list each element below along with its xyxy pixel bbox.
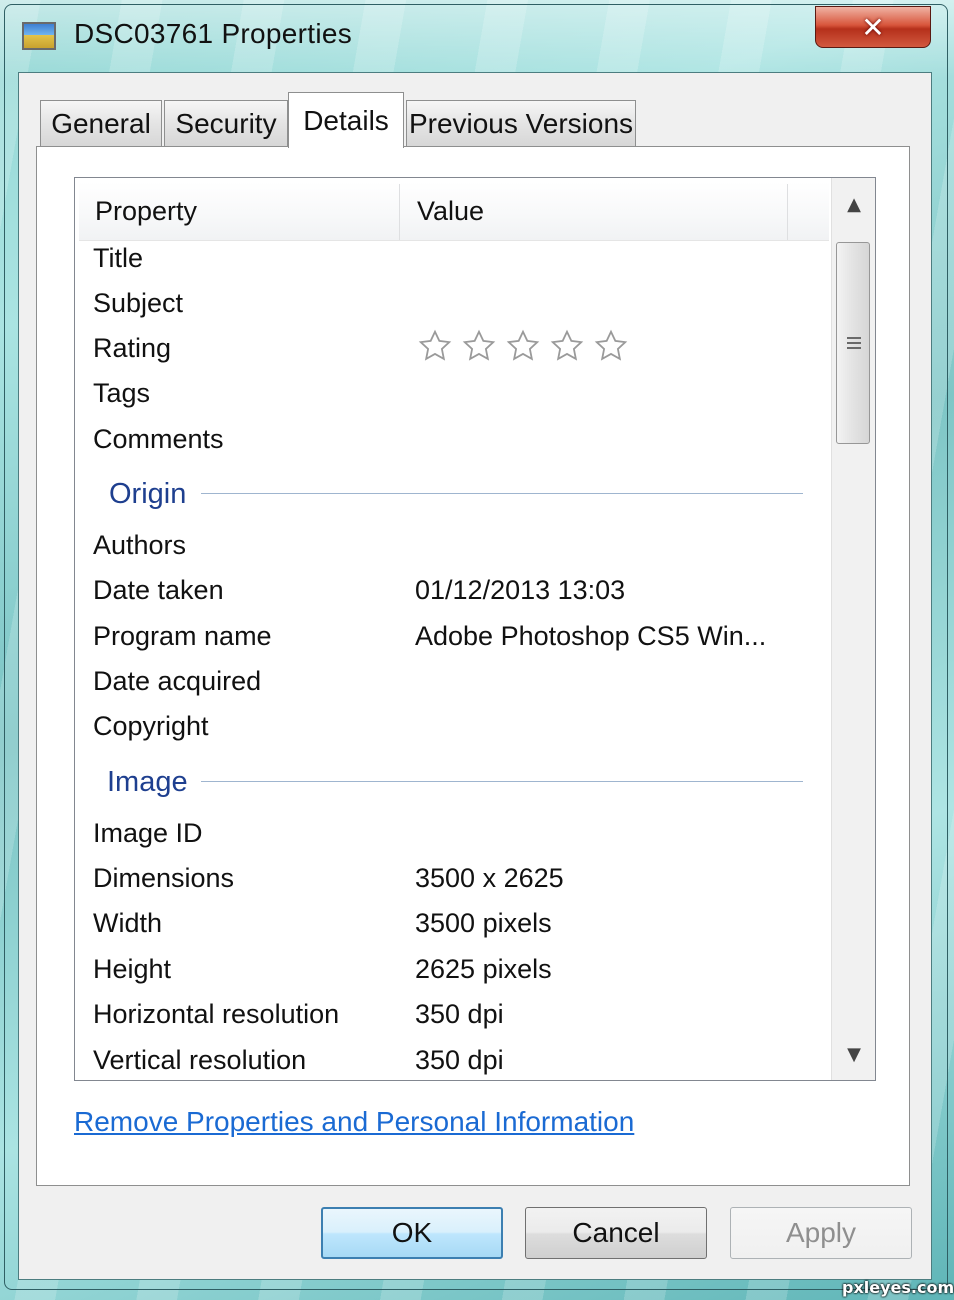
property-subject[interactable]: Subject (93, 283, 183, 323)
rating-stars[interactable] (417, 328, 629, 364)
star-outline-icon[interactable] (461, 328, 497, 364)
value-program-name[interactable]: Adobe Photoshop CS5 Win... (415, 616, 766, 656)
star-outline-icon[interactable] (549, 328, 585, 364)
property-date-acquired[interactable]: Date acquired (93, 661, 261, 701)
property-title[interactable]: Title (93, 238, 143, 278)
property-dimensions[interactable]: Dimensions (93, 858, 234, 898)
group-heading-origin: Origin (109, 478, 187, 510)
value-horizontal-resolution[interactable]: 350 dpi (415, 994, 504, 1034)
tab-previous-versions[interactable]: Previous Versions (406, 100, 636, 146)
close-button[interactable]: ✕ (815, 6, 931, 48)
scroll-down-arrow-icon[interactable]: ▼ (832, 1032, 875, 1076)
vertical-scrollbar[interactable]: ▲ ▼ (831, 178, 875, 1080)
property-rating[interactable]: Rating (93, 328, 171, 368)
property-date-taken[interactable]: Date taken (93, 570, 224, 610)
scroll-thumb[interactable] (836, 242, 870, 444)
tab-general[interactable]: General (40, 100, 162, 146)
star-outline-icon[interactable] (505, 328, 541, 364)
column-separator[interactable] (399, 184, 400, 240)
watermark-logo: pxleyes.com (842, 1278, 954, 1297)
group-heading-image: Image (107, 766, 188, 798)
property-tags[interactable]: Tags (93, 373, 150, 413)
image-file-icon (22, 22, 56, 50)
property-authors[interactable]: Authors (93, 525, 186, 565)
grip-icon (847, 337, 861, 352)
star-outline-icon[interactable] (417, 328, 453, 364)
star-outline-icon[interactable] (593, 328, 629, 364)
cancel-button[interactable]: Cancel (525, 1207, 707, 1259)
group-divider (201, 781, 803, 782)
list-header: Property Value (79, 182, 829, 241)
property-image-id[interactable]: Image ID (93, 813, 203, 853)
ok-button[interactable]: OK (321, 1207, 503, 1259)
scroll-up-arrow-icon[interactable]: ▲ (832, 182, 875, 226)
property-vertical-resolution[interactable]: Vertical resolution (93, 1040, 306, 1080)
property-horizontal-resolution[interactable]: Horizontal resolution (93, 994, 339, 1034)
property-height[interactable]: Height (93, 949, 171, 989)
column-separator[interactable] (787, 184, 788, 240)
value-height[interactable]: 2625 pixels (415, 949, 552, 989)
value-vertical-resolution[interactable]: 350 dpi (415, 1040, 504, 1080)
window-title: DSC03761 Properties (74, 18, 353, 49)
tab-security[interactable]: Security (164, 100, 288, 146)
group-divider (201, 493, 803, 494)
property-comments[interactable]: Comments (93, 419, 224, 459)
property-copyright[interactable]: Copyright (93, 706, 209, 746)
apply-button[interactable]: Apply (730, 1207, 912, 1259)
value-date-taken[interactable]: 01/12/2013 13:03 (415, 570, 625, 610)
column-header-property[interactable]: Property (95, 182, 197, 240)
value-dimensions[interactable]: 3500 x 2625 (415, 858, 564, 898)
properties-list[interactable]: Property Value Title Subject Rating Tags… (74, 177, 876, 1081)
tab-details[interactable]: Details (288, 92, 404, 148)
column-header-value[interactable]: Value (417, 182, 484, 240)
property-program-name[interactable]: Program name (93, 616, 272, 656)
value-width[interactable]: 3500 pixels (415, 903, 552, 943)
remove-properties-link[interactable]: Remove Properties and Personal Informati… (74, 1106, 634, 1138)
close-icon: ✕ (861, 10, 885, 44)
property-width[interactable]: Width (93, 903, 162, 943)
